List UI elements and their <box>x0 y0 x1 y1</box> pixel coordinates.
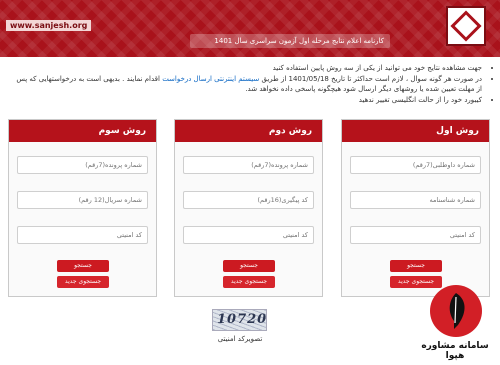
captcha-code: 10720 <box>217 312 267 327</box>
tracking-code-field[interactable] <box>183 191 314 209</box>
security-code-field[interactable] <box>17 226 148 244</box>
instruction-item: جهت مشاهده نتایج خود می توانید از یکی از… <box>10 63 482 73</box>
method-two-panel: روش دوم جستجو جستجوی جدید <box>174 119 323 297</box>
instructions: جهت مشاهده نتایج خود می توانید از یکی از… <box>10 63 492 106</box>
request-system-link[interactable]: سیستم اینترنتی ارسال درخواست <box>162 75 259 83</box>
method-two-title: روش دوم <box>175 120 322 142</box>
method-one-title: روش اول <box>342 120 489 142</box>
candidate-number-field[interactable] <box>350 156 481 174</box>
sanjesh-logo-icon <box>446 6 486 46</box>
file-number-field[interactable] <box>183 156 314 174</box>
id-number-field[interactable] <box>350 191 481 209</box>
new-search-button[interactable]: جستجوی جدید <box>57 276 109 288</box>
instruction-item: کیبورد خود را از حالت انگلیسی تغییر ندهی… <box>10 95 482 105</box>
captcha-label: تصویرکد امنیتی <box>217 335 263 343</box>
search-button[interactable]: جستجو <box>57 260 109 272</box>
file-number-field[interactable] <box>17 156 148 174</box>
search-button[interactable]: جستجو <box>223 260 275 272</box>
new-search-button[interactable]: جستجوی جدید <box>223 276 275 288</box>
header-banner: www.sanjesh.org کارنامه اعلام نتایج مرحل… <box>0 0 500 57</box>
instruction-item: در صورت هر گونه سوال ، لازم است حداکثر ت… <box>10 74 482 94</box>
watermark-text: سامانه مشاوره هپوا <box>421 341 489 361</box>
page-title: کارنامه اعلام نتایج مرحله اول آزمون سراس… <box>214 37 384 45</box>
method-three-title: روش سوم <box>9 120 156 142</box>
instruction-text: در صورت هر گونه سوال ، لازم است حداکثر ت… <box>261 75 483 83</box>
security-code-field[interactable] <box>183 226 314 244</box>
search-button[interactable]: جستجو <box>390 260 442 272</box>
security-code-field[interactable] <box>350 226 481 244</box>
method-three-panel: روش سوم جستجو جستجوی جدید <box>8 119 157 297</box>
serial-number-field[interactable] <box>17 191 148 209</box>
method-one-panel: روش اول جستجو جستجوی جدید <box>341 119 490 297</box>
quill-icon <box>449 293 465 329</box>
watermark-logo: سامانه مشاوره هپوا <box>414 281 496 363</box>
captcha-image: 10720 <box>212 309 267 331</box>
site-url[interactable]: www.sanjesh.org <box>6 20 92 31</box>
